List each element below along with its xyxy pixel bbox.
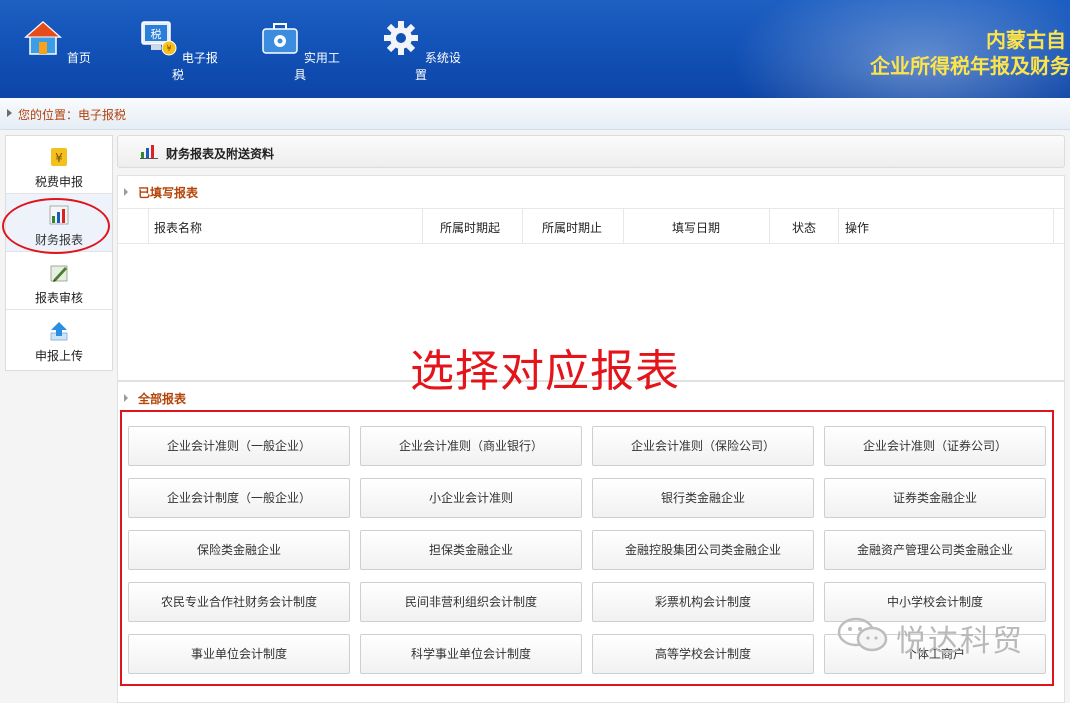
column-header: 所属时期起 <box>440 221 501 235</box>
report-button[interactable]: 企业会计准则（一般企业） <box>128 426 350 466</box>
svg-text:税: 税 <box>151 27 162 41</box>
report-button[interactable]: 企业会计准则（证券公司） <box>824 426 1046 466</box>
watermark-text: 悦达科贸 <box>896 624 1024 659</box>
nav-label: 电子报税 <box>171 51 218 82</box>
section-title: 已填写报表 <box>138 186 199 200</box>
panel-header: 财务报表及附送资料 <box>117 135 1065 168</box>
gear-icon <box>384 21 419 55</box>
report-button[interactable]: 事业单位会计制度 <box>128 634 350 674</box>
annotation-label: 选择对应报表 <box>410 346 680 397</box>
report-button[interactable]: 担保类金融企业 <box>360 530 582 570</box>
column-header: 操作 <box>845 221 870 235</box>
column-header: 填写日期 <box>672 221 721 235</box>
report-button[interactable]: 高等学校会计制度 <box>592 634 814 674</box>
wechat-icon <box>837 617 888 652</box>
caret-right-icon <box>124 188 128 196</box>
column-header: 所属时期止 <box>542 221 603 235</box>
watermark: 悦达科贸 <box>836 612 1056 659</box>
caret-right-icon <box>124 394 128 402</box>
column-divider <box>769 209 770 243</box>
section-header: 已填写报表 <box>118 176 1064 206</box>
upload-arrow-icon <box>50 322 68 341</box>
report-button[interactable]: 农民专业合作社财务会计制度 <box>128 582 350 622</box>
report-button[interactable]: 民间非营利组织会计制度 <box>360 582 582 622</box>
report-button[interactable]: 企业会计制度（一般企业） <box>128 478 350 518</box>
nav-settings[interactable]: 系统设置 <box>376 18 466 83</box>
breadcrumb-text: 您的位置：电子报税 <box>18 108 127 122</box>
report-button[interactable]: 科学事业单位会计制度 <box>360 634 582 674</box>
sidebar-item-upload[interactable]: 申报上传 <box>6 310 112 367</box>
sidebar-item-report-review[interactable]: 报表审核 <box>6 252 112 310</box>
column-header: 报表名称 <box>154 221 203 235</box>
panel-title: 财务报表及附送资料 <box>166 147 275 161</box>
svg-text:¥: ¥ <box>55 151 63 165</box>
nav-label: 系统设置 <box>414 51 461 82</box>
app-title-line1: 内蒙古自 <box>986 28 1066 52</box>
report-button[interactable]: 金融资产管理公司类金融企业 <box>824 530 1046 570</box>
report-button[interactable]: 彩票机构会计制度 <box>592 582 814 622</box>
report-button[interactable]: 保险类金融企业 <box>128 530 350 570</box>
top-header: 首页 税 ¥ 电子报税 实用工具 系统设置 内蒙古自 企业所得税年报及财务 <box>0 0 1070 98</box>
column-header: 状态 <box>792 221 817 235</box>
report-button[interactable]: 企业会计准则（保险公司） <box>592 426 814 466</box>
toolbox-icon <box>262 23 298 54</box>
table-header: 报表名称 所属时期起 所属时期止 填写日期 状态 操作 <box>118 208 1064 244</box>
sidebar-item-label: 报表审核 <box>34 291 83 305</box>
bar-chart-icon <box>140 145 158 159</box>
svg-text:¥: ¥ <box>167 44 172 53</box>
nav-e-tax[interactable]: 税 ¥ 电子报税 <box>133 18 223 83</box>
pen-icon <box>50 265 68 282</box>
column-divider <box>148 209 149 243</box>
report-button[interactable]: 金融控股集团公司类金融企业 <box>592 530 814 570</box>
sidebar-item-label: 税费申报 <box>34 175 83 189</box>
report-button[interactable]: 证券类金融企业 <box>824 478 1046 518</box>
app-title-line2: 企业所得税年报及财务 <box>870 54 1070 78</box>
home-icon <box>24 20 63 55</box>
column-divider <box>838 209 839 243</box>
yuan-icon: ¥ <box>51 148 67 166</box>
column-divider <box>623 209 624 243</box>
breadcrumb: 您的位置：电子报税 <box>0 98 1070 130</box>
nav-label: 实用工具 <box>293 51 340 82</box>
report-button[interactable]: 小企业会计准则 <box>360 478 582 518</box>
column-divider <box>422 209 423 243</box>
nav-label: 首页 <box>66 51 91 65</box>
caret-right-icon <box>7 109 12 117</box>
section-title: 全部报表 <box>138 392 187 406</box>
column-divider <box>522 209 523 243</box>
highlight-circle <box>2 198 110 254</box>
nav-tools[interactable]: 实用工具 <box>255 18 345 83</box>
report-button[interactable]: 银行类金融企业 <box>592 478 814 518</box>
column-divider <box>1053 209 1054 243</box>
sidebar-item-tax-declaration[interactable]: ¥ 税费申报 <box>6 136 112 194</box>
nav-home[interactable]: 首页 <box>12 18 102 66</box>
sidebar-item-label: 申报上传 <box>34 349 83 363</box>
report-button[interactable]: 企业会计准则（商业银行） <box>360 426 582 466</box>
tax-monitor-icon: 税 ¥ <box>141 21 177 56</box>
